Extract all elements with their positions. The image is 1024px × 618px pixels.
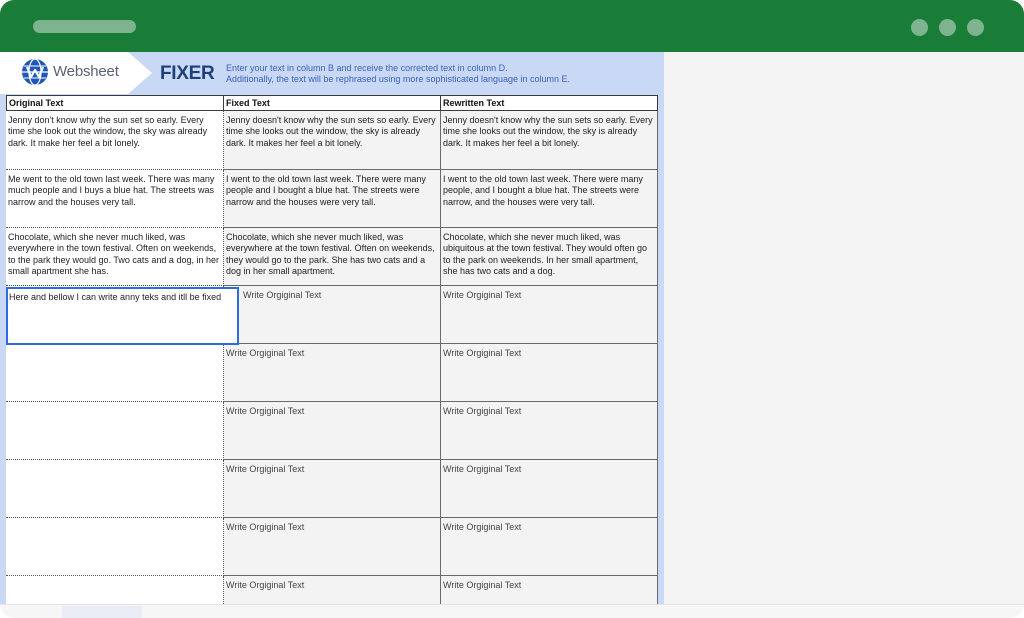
rewritten-cell[interactable]: Write Orgiginal Text — [441, 402, 658, 460]
instructions: Enter your text in column B and receive … — [226, 63, 570, 85]
rewritten-cell[interactable]: Write Orgiginal Text — [441, 286, 658, 344]
fixed-cell[interactable]: I went to the old town last week. There … — [224, 170, 441, 228]
instruction-line-1: Enter your text in column B and receive … — [226, 63, 508, 73]
app-window: Websheet FIXER Enter your text in column… — [0, 0, 1024, 618]
column-header-rewritten[interactable]: Rewritten Text — [440, 95, 658, 111]
window-title-placeholder — [33, 20, 136, 33]
spreadsheet: Websheet FIXER Enter your text in column… — [0, 52, 664, 604]
rewritten-cell[interactable]: Write Orgiginal Text — [441, 460, 658, 518]
window-control-close[interactable] — [967, 19, 984, 36]
fixed-cell[interactable]: Write Orgiginal Text — [224, 402, 441, 460]
header-banner: Websheet FIXER Enter your text in column… — [0, 52, 664, 94]
original-cell[interactable]: Me went to the old town last week. There… — [6, 170, 224, 228]
fixed-cell[interactable]: Write Orgiginal Text — [224, 576, 441, 604]
original-cell[interactable] — [6, 576, 224, 604]
active-cell-editor[interactable]: Here and bellow I can write anny teks an… — [6, 287, 239, 345]
fixed-cell[interactable]: Chocolate, which she never much liked, w… — [224, 228, 441, 286]
column-header-original[interactable]: Original Text — [6, 95, 224, 111]
rewritten-cell[interactable]: Chocolate, which she never much liked, w… — [441, 228, 658, 286]
title-bar — [0, 0, 1024, 52]
column-header-fixed[interactable]: Fixed Text — [223, 95, 441, 111]
fixed-cell[interactable]: Write Orgiginal Text — [224, 460, 441, 518]
original-cell[interactable] — [6, 460, 224, 518]
original-cell[interactable]: Chocolate, which she never much liked, w… — [6, 228, 224, 286]
websheet-globe-icon — [22, 58, 48, 86]
sheet-tabs-bar — [0, 604, 1024, 618]
fixed-cell[interactable]: Write Orgiginal Text — [224, 518, 441, 576]
window-control-maximize[interactable] — [939, 19, 956, 36]
rewritten-cell[interactable]: I went to the old town last week. There … — [441, 170, 658, 228]
instruction-line-2: Additionally, the text will be rephrased… — [226, 74, 571, 84]
fixed-cell[interactable]: Write Orgiginal Text — [224, 344, 441, 402]
sheet-tab[interactable] — [62, 606, 142, 618]
original-cell[interactable]: Jenny don't know why the sun set so earl… — [6, 111, 224, 170]
rewritten-cell[interactable]: Write Orgiginal Text — [441, 344, 658, 402]
original-cell[interactable] — [6, 402, 224, 460]
active-cell-text: Here and bellow I can write anny teks an… — [9, 292, 222, 302]
rewritten-cell[interactable]: Write Orgiginal Text — [441, 576, 658, 604]
original-cell[interactable] — [6, 344, 224, 402]
original-cell[interactable] — [6, 518, 224, 576]
rewritten-cell[interactable]: Write Orgiginal Text — [441, 518, 658, 576]
fixed-cell[interactable]: Write Orgiginal Text — [224, 286, 441, 344]
logo-text: Websheet — [53, 63, 119, 80]
app-title: FIXER — [160, 63, 215, 84]
fixed-cell[interactable]: Jenny doesn't know why the sun sets so e… — [224, 111, 441, 170]
logo-container: Websheet — [0, 52, 152, 94]
content-area: Websheet FIXER Enter your text in column… — [0, 52, 1024, 604]
rewritten-cell[interactable]: Jenny doesn't know why the sun sets so e… — [441, 111, 658, 170]
window-control-minimize[interactable] — [911, 19, 928, 36]
